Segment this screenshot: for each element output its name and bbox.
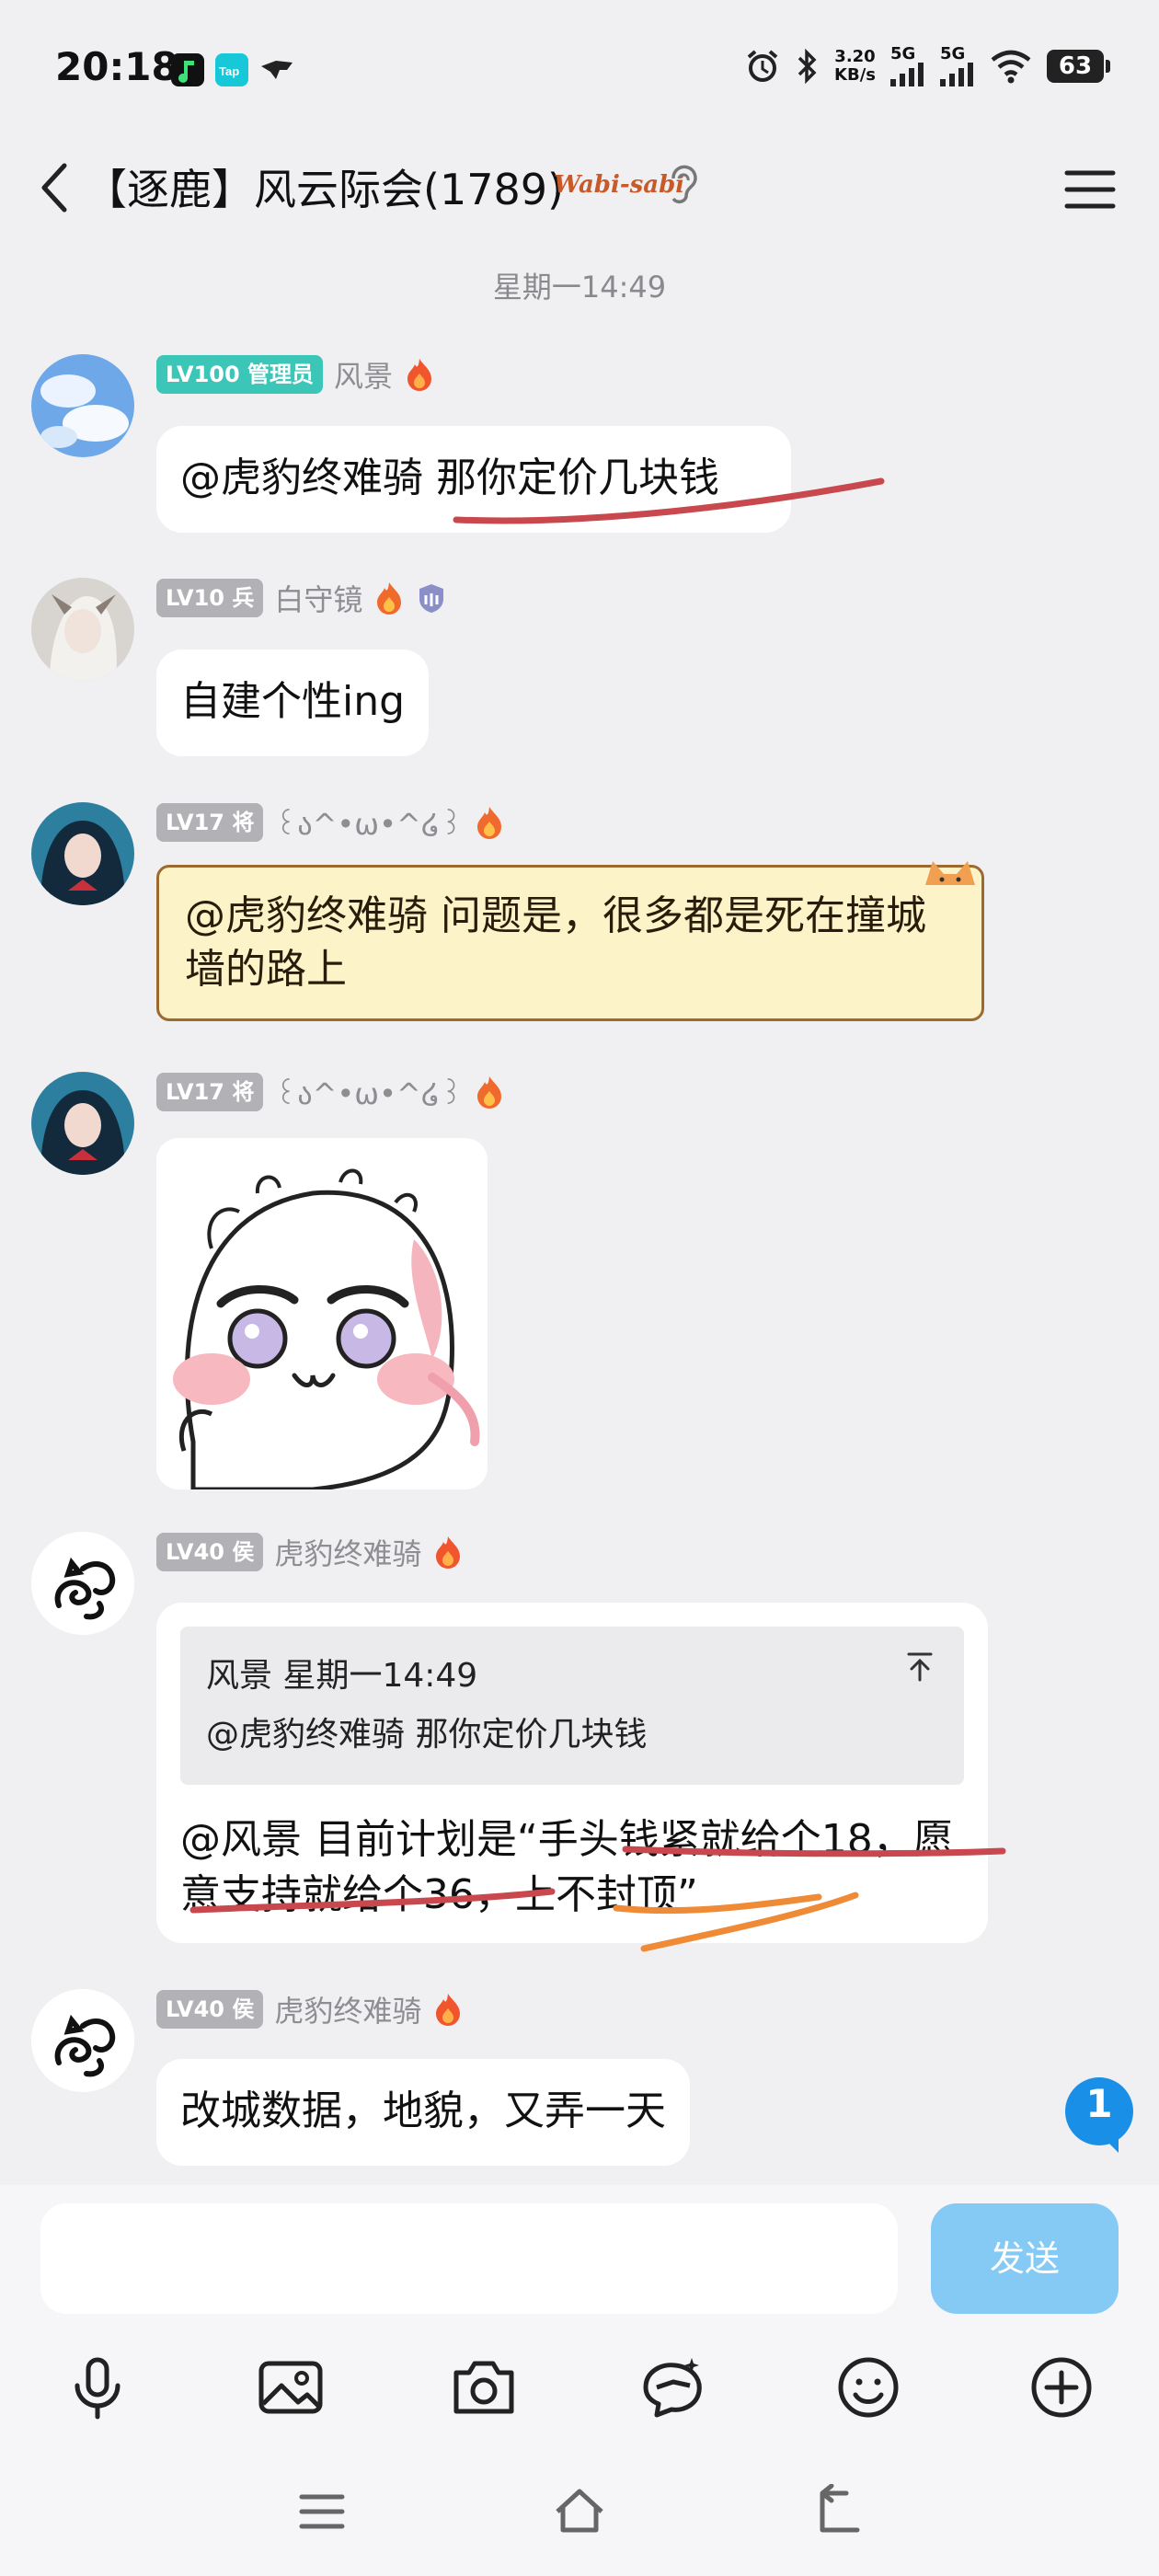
shield-icon [419, 584, 444, 613]
status-bar: 20:18 Tap 3.20 KB/s 5G 5G 63 [0, 0, 1159, 138]
quoted-message[interactable]: 风景 星期一14:49 @虎豹终难骑 那你定价几块钱 [180, 1627, 964, 1785]
avatar[interactable] [31, 802, 134, 905]
avatar[interactable] [31, 578, 134, 681]
level-badge: LV10 兵 [156, 579, 264, 617]
message-text: @虎豹终难骑 问题是，很多都是死在撞城墙的路上 [185, 892, 926, 993]
cat-decoration-icon [925, 861, 975, 885]
flame-icon [477, 807, 502, 839]
recents-icon[interactable] [294, 2484, 350, 2539]
level-badge: LV100 管理员 [156, 355, 324, 394]
flame-icon [436, 1994, 461, 2026]
level-badge: LV40 侯 [156, 1990, 264, 2029]
bubble-style-icon[interactable] [637, 2351, 710, 2424]
message-text: 改城数据，地貌，又弄一天 [180, 2087, 666, 2134]
back-nav-icon[interactable] [809, 2484, 865, 2539]
bluetooth-icon [798, 48, 817, 85]
annotation-underline [453, 477, 885, 524]
flame-icon [407, 359, 432, 391]
sender-name[interactable]: 风景 [334, 353, 393, 396]
plus-icon[interactable] [1025, 2351, 1098, 2424]
sender-name[interactable]: ꒰ა^•ω•^໒꒱ [274, 1073, 463, 1111]
mic-icon[interactable] [61, 2351, 134, 2424]
level-badge: LV40 侯 [156, 1533, 264, 1571]
flame-icon [477, 1076, 502, 1109]
signal-1: 5G [890, 46, 925, 86]
image-icon[interactable] [254, 2351, 327, 2424]
input-toolbar [0, 2332, 1159, 2443]
system-nav-bar [0, 2447, 1159, 2576]
send-button[interactable]: 发送 [931, 2203, 1119, 2314]
signal-2: 5G [940, 46, 975, 86]
ear-icon[interactable] [664, 160, 701, 215]
unread-badge[interactable]: 1 [1063, 2076, 1135, 2153]
music-app-icon [171, 53, 204, 86]
game-app-icon [259, 53, 293, 86]
sticker-image[interactable] [156, 1138, 488, 1489]
annotation-underline [189, 1846, 1006, 1952]
emoji-icon[interactable] [832, 2351, 905, 2424]
flame-icon [436, 1536, 461, 1569]
message-text: 自建个性ing [180, 678, 406, 725]
network-speed: 3.20 KB/s [834, 47, 876, 85]
message-input[interactable] [40, 2203, 898, 2314]
level-badge: LV17 将 [156, 1073, 264, 1111]
wifi-icon [991, 50, 1031, 84]
message-bubble[interactable]: 改城数据，地貌，又弄一天 [156, 2059, 690, 2166]
taptap-icon: Tap [215, 53, 248, 86]
chat-header: 【逐鹿】风云际会(1789) Wabi-sabi [0, 138, 1159, 239]
level-badge: LV17 将 [156, 803, 264, 842]
clock: 20:18 [55, 44, 178, 89]
date-separator: 星期一14:49 [492, 270, 667, 305]
battery: 63 [1047, 50, 1110, 83]
avatar[interactable] [31, 354, 134, 457]
group-title[interactable]: 【逐鹿】风云际会(1789) [85, 156, 564, 217]
quote-text: @虎豹终难骑 那你定价几块钱 [206, 1716, 648, 1754]
quote-header: 风景 星期一14:49 [206, 1657, 478, 1695]
sender-name[interactable]: 虎豹终难骑 [274, 1988, 421, 2030]
avatar[interactable] [31, 1989, 134, 2092]
message-bubble-scroll[interactable]: @虎豹终难骑 问题是，很多都是死在撞城墙的路上 [156, 865, 984, 1021]
alarm-icon [747, 50, 778, 82]
svg-text:Tap: Tap [219, 64, 239, 78]
flame-icon [377, 582, 402, 615]
message-bubble[interactable]: 自建个性ing [156, 650, 430, 756]
home-icon[interactable] [552, 2484, 607, 2539]
back-arrow-icon[interactable] [33, 158, 79, 217]
menu-icon[interactable] [1058, 156, 1122, 221]
jump-to-top-icon[interactable] [901, 1649, 938, 1685]
avatar[interactable] [31, 1072, 134, 1175]
avatar[interactable] [31, 1532, 134, 1635]
sender-name[interactable]: 虎豹终难骑 [274, 1531, 421, 1573]
sender-name[interactable]: 白守镜 [274, 577, 362, 619]
sender-name[interactable]: ꒰ა^•ω•^໒꒱ [274, 803, 463, 842]
camera-icon[interactable] [447, 2351, 521, 2424]
